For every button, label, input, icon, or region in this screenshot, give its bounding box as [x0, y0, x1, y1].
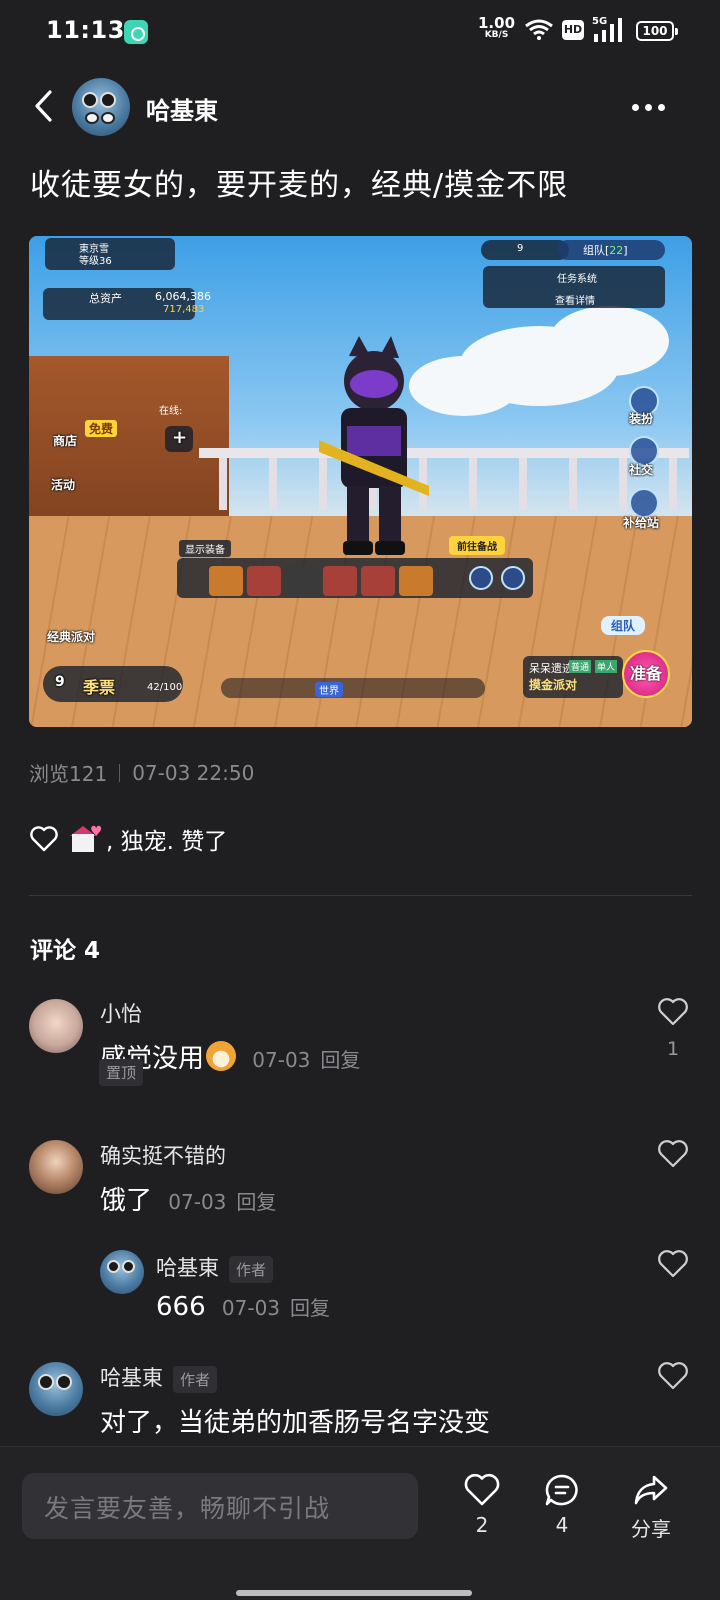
- game-go-prepare: 前往备战: [449, 536, 505, 555]
- game-ready-tag: 普通: [569, 660, 592, 673]
- game-task-detail: 查看详情: [555, 296, 595, 307]
- pinned-badge: 置顶: [99, 1059, 144, 1086]
- network-speed: 1.00 KB/S: [478, 14, 516, 41]
- game-mode-sub: 摸金派对: [529, 678, 578, 692]
- comment-like-icon[interactable]: [657, 1249, 689, 1279]
- post-views: 浏览121: [29, 762, 108, 786]
- more-dots-icon[interactable]: [632, 104, 665, 111]
- reply-link[interactable]: 回复: [320, 1048, 360, 1072]
- share-arrow-icon: [634, 1475, 668, 1505]
- section-divider: [29, 895, 692, 896]
- author-avatar[interactable]: [72, 78, 130, 136]
- post-image[interactable]: 東京雪 等级36 总资产 6,064,386 717,483 9 组队[22] …: [29, 236, 692, 727]
- game-shop-label: 商店: [53, 434, 78, 448]
- game-assets-sub: 717,483: [163, 304, 205, 315]
- comment-avatar[interactable]: [29, 1140, 83, 1194]
- liked-by-text: , 独宠. 赞了: [106, 829, 228, 855]
- game-task-label: 任务系统: [557, 274, 597, 285]
- post-meta: 浏览121 07-03 22:50: [29, 758, 254, 787]
- hd-icon: HD: [562, 20, 584, 40]
- game-player-level: 等级36: [79, 256, 112, 267]
- wifi-icon: [525, 19, 553, 40]
- liked-by-row[interactable]: ♥ , 独宠. 赞了: [30, 822, 227, 856]
- comments-header: 评论 4: [30, 938, 101, 964]
- heart-outline-icon: [30, 826, 58, 852]
- comment-avatar[interactable]: [29, 999, 83, 1053]
- reply-text: 666 07-03 回复: [156, 1292, 331, 1322]
- game-assets-label: 总资产: [89, 292, 122, 305]
- comment-like-icon[interactable]: [657, 1139, 689, 1169]
- shiba-emoji-icon: [206, 1041, 237, 1071]
- game-supply-label: 补给站: [623, 516, 660, 530]
- author-tag: 作者: [173, 1365, 218, 1393]
- game-season-progress: 42/100: [147, 682, 183, 693]
- reply-avatar[interactable]: [100, 1250, 144, 1294]
- game-coin: 9: [517, 243, 524, 254]
- game-team-label: 组队[22]: [583, 244, 628, 257]
- game-character: [319, 336, 429, 555]
- game-mode-title: 呆呆遗迹: [529, 662, 573, 675]
- game-assets-value: 6,064,386: [155, 290, 211, 303]
- reply-link[interactable]: 回复: [236, 1190, 276, 1214]
- castle-emoji-icon: ♥: [70, 824, 104, 854]
- comment-author[interactable]: 小怡: [100, 998, 142, 1028]
- game-equip-label: 装扮: [629, 412, 654, 426]
- comment-like-icon[interactable]: [657, 1361, 689, 1391]
- game-classic-party: 经典派对: [47, 630, 96, 644]
- comment-button[interactable]: 4: [532, 1473, 592, 1537]
- comment-author[interactable]: 哈基東 作者: [100, 1362, 218, 1393]
- game-season-ticket: 季票: [83, 678, 116, 697]
- game-social-label: 社交: [629, 463, 654, 477]
- signal-icon: [594, 18, 622, 42]
- like-count: 2: [475, 1513, 489, 1537]
- game-add-icon: +: [172, 427, 188, 448]
- comment-author[interactable]: 确实挺不错的: [100, 1140, 226, 1170]
- heart-icon: [464, 1473, 500, 1506]
- comment-text: 饿了 07-03 回复: [100, 1186, 277, 1216]
- comment-avatar[interactable]: [29, 1362, 83, 1416]
- game-team-button: 组队: [601, 616, 646, 635]
- game-show-gear: 显示装备: [179, 540, 231, 557]
- back-chevron-icon[interactable]: [30, 88, 60, 124]
- share-button[interactable]: 分享: [621, 1473, 681, 1542]
- reply-author[interactable]: 哈基東 作者: [156, 1252, 274, 1283]
- game-online-label: 在线:: [159, 406, 183, 417]
- battery-icon: 100: [636, 21, 678, 41]
- share-label: 分享: [631, 1517, 671, 1541]
- post-time: 07-03 22:50: [132, 760, 255, 785]
- status-bar: 11:13 1.00 KB/S HD 5G 100: [0, 0, 720, 64]
- home-indicator[interactable]: [236, 1590, 472, 1596]
- author-tag: 作者: [229, 1255, 274, 1283]
- comment-count: 4: [555, 1513, 569, 1537]
- comment-text: 对了，当徒弟的加香肠号名字没变: [100, 1408, 491, 1438]
- post-title: 收徒要女的，要开麦的，经典/摸金不限: [30, 168, 569, 203]
- like-button[interactable]: 2: [452, 1473, 512, 1537]
- reply-link[interactable]: 回复: [290, 1296, 330, 1320]
- comment-input[interactable]: 发言要友善，畅聊不引战: [22, 1473, 418, 1539]
- comment-like-count: 1: [667, 1038, 680, 1060]
- bottom-bar: 发言要友善，畅聊不引战 2 4 分享: [0, 1446, 720, 1600]
- game-free-badge: 免费: [85, 420, 118, 437]
- game-single-tag: 单人: [595, 660, 618, 673]
- status-time: 11:13: [46, 16, 125, 44]
- game-season-level: 9: [55, 674, 65, 690]
- app-notification-icon: [124, 20, 148, 44]
- comment-like-icon[interactable]: [657, 997, 689, 1027]
- comment-bubble-icon: [545, 1474, 578, 1506]
- game-ready-button: 准备: [622, 650, 670, 698]
- game-world-tag: 世界: [315, 682, 343, 697]
- game-activity-label: 活动: [51, 478, 76, 492]
- author-name[interactable]: 哈基東: [146, 91, 218, 126]
